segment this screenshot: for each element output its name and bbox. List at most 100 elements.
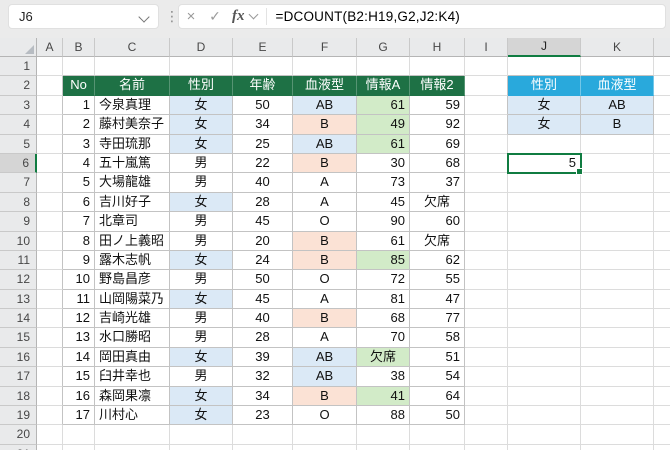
cell-J7[interactable] bbox=[508, 173, 581, 192]
cell-E4[interactable]: 34 bbox=[233, 115, 293, 134]
cell-partial-17[interactable] bbox=[654, 367, 670, 386]
cell-B2[interactable]: No bbox=[63, 76, 95, 95]
cell-K5[interactable] bbox=[581, 135, 654, 154]
cell-C5[interactable]: 寺田琉那 bbox=[95, 135, 170, 154]
cell-A7[interactable] bbox=[37, 173, 63, 192]
select-all-corner[interactable] bbox=[0, 38, 37, 57]
cell-D16[interactable]: 女 bbox=[170, 348, 233, 367]
row-header-20[interactable]: 20 bbox=[0, 425, 37, 444]
cell-E1[interactable] bbox=[233, 57, 293, 76]
cell-partial-11[interactable] bbox=[654, 251, 670, 270]
cell-H21[interactable] bbox=[410, 445, 465, 450]
cell-I5[interactable] bbox=[465, 135, 508, 154]
cell-H4[interactable]: 92 bbox=[410, 115, 465, 134]
cell-F5[interactable]: AB bbox=[293, 135, 357, 154]
cell-H18[interactable]: 64 bbox=[410, 387, 465, 406]
cell-F7[interactable]: A bbox=[293, 173, 357, 192]
column-header-F[interactable]: F bbox=[293, 38, 357, 57]
cell-C14[interactable]: 吉崎光雄 bbox=[95, 309, 170, 328]
cell-B21[interactable] bbox=[63, 445, 95, 450]
cell-F8[interactable]: A bbox=[293, 193, 357, 212]
cell-F1[interactable] bbox=[293, 57, 357, 76]
cell-A13[interactable] bbox=[37, 290, 63, 309]
cell-partial-5[interactable] bbox=[654, 135, 670, 154]
cell-C2[interactable]: 名前 bbox=[95, 76, 170, 95]
cell-J15[interactable] bbox=[508, 328, 581, 347]
cell-A4[interactable] bbox=[37, 115, 63, 134]
cell-G18[interactable]: 41 bbox=[357, 387, 410, 406]
cell-K16[interactable] bbox=[581, 348, 654, 367]
cell-H10[interactable]: 欠席 bbox=[410, 232, 465, 251]
cell-C11[interactable]: 露木志帆 bbox=[95, 251, 170, 270]
column-header-K[interactable]: K bbox=[581, 38, 654, 57]
cell-A6[interactable] bbox=[37, 154, 63, 173]
cell-A5[interactable] bbox=[37, 135, 63, 154]
cell-C15[interactable]: 水口勝昭 bbox=[95, 328, 170, 347]
cell-G2[interactable]: 情報A bbox=[357, 76, 410, 95]
cell-I4[interactable] bbox=[465, 115, 508, 134]
row-header-15[interactable]: 15 bbox=[0, 328, 37, 347]
cell-I13[interactable] bbox=[465, 290, 508, 309]
row-header-4[interactable]: 4 bbox=[0, 115, 37, 134]
cell-A18[interactable] bbox=[37, 387, 63, 406]
cell-F13[interactable]: A bbox=[293, 290, 357, 309]
cell-E13[interactable]: 45 bbox=[233, 290, 293, 309]
cell-partial-7[interactable] bbox=[654, 173, 670, 192]
cell-A19[interactable] bbox=[37, 406, 63, 425]
cell-A12[interactable] bbox=[37, 270, 63, 289]
cell-partial-15[interactable] bbox=[654, 328, 670, 347]
column-header-B[interactable]: B bbox=[63, 38, 95, 57]
cell-partial-14[interactable] bbox=[654, 309, 670, 328]
cell-K11[interactable] bbox=[581, 251, 654, 270]
cell-D3[interactable]: 女 bbox=[170, 96, 233, 115]
cell-G21[interactable] bbox=[357, 445, 410, 450]
cell-partial-10[interactable] bbox=[654, 232, 670, 251]
cell-partial-9[interactable] bbox=[654, 212, 670, 231]
cell-J14[interactable] bbox=[508, 309, 581, 328]
cell-H7[interactable]: 37 bbox=[410, 173, 465, 192]
cell-partial-3[interactable] bbox=[654, 96, 670, 115]
cell-I9[interactable] bbox=[465, 212, 508, 231]
cell-H16[interactable]: 51 bbox=[410, 348, 465, 367]
cell-B17[interactable]: 15 bbox=[63, 367, 95, 386]
row-header-12[interactable]: 12 bbox=[0, 270, 37, 289]
cell-partial-1[interactable] bbox=[654, 57, 670, 76]
cell-F21[interactable] bbox=[293, 445, 357, 450]
cell-A20[interactable] bbox=[37, 425, 63, 444]
cell-B6[interactable]: 4 bbox=[63, 154, 95, 173]
cell-H11[interactable]: 62 bbox=[410, 251, 465, 270]
cell-C10[interactable]: 田ノ上義昭 bbox=[95, 232, 170, 251]
cell-D18[interactable]: 女 bbox=[170, 387, 233, 406]
cell-J5[interactable] bbox=[508, 135, 581, 154]
row-header-11[interactable]: 11 bbox=[0, 251, 37, 270]
cell-D8[interactable]: 女 bbox=[170, 193, 233, 212]
cell-E21[interactable] bbox=[233, 445, 293, 450]
row-header-16[interactable]: 16 bbox=[0, 348, 37, 367]
cell-J18[interactable] bbox=[508, 387, 581, 406]
cell-D2[interactable]: 性別 bbox=[170, 76, 233, 95]
cell-A21[interactable] bbox=[37, 445, 63, 450]
cell-G13[interactable]: 81 bbox=[357, 290, 410, 309]
row-header-8[interactable]: 8 bbox=[0, 193, 37, 212]
cell-C12[interactable]: 野島昌彦 bbox=[95, 270, 170, 289]
cell-H14[interactable]: 77 bbox=[410, 309, 465, 328]
cell-H5[interactable]: 69 bbox=[410, 135, 465, 154]
cell-J17[interactable] bbox=[508, 367, 581, 386]
cell-K21[interactable] bbox=[581, 445, 654, 450]
cell-J20[interactable] bbox=[508, 425, 581, 444]
cell-B10[interactable]: 8 bbox=[63, 232, 95, 251]
cell-G15[interactable]: 70 bbox=[357, 328, 410, 347]
row-header-1[interactable]: 1 bbox=[0, 57, 37, 76]
cell-I20[interactable] bbox=[465, 425, 508, 444]
cell-D5[interactable]: 女 bbox=[170, 135, 233, 154]
cell-G7[interactable]: 73 bbox=[357, 173, 410, 192]
cell-J10[interactable] bbox=[508, 232, 581, 251]
cell-partial-18[interactable] bbox=[654, 387, 670, 406]
cell-I17[interactable] bbox=[465, 367, 508, 386]
cell-A9[interactable] bbox=[37, 212, 63, 231]
cell-C18[interactable]: 森岡果凛 bbox=[95, 387, 170, 406]
row-header-21[interactable]: 21 bbox=[0, 445, 37, 450]
cell-G10[interactable]: 61 bbox=[357, 232, 410, 251]
cell-A3[interactable] bbox=[37, 96, 63, 115]
cell-F14[interactable]: B bbox=[293, 309, 357, 328]
